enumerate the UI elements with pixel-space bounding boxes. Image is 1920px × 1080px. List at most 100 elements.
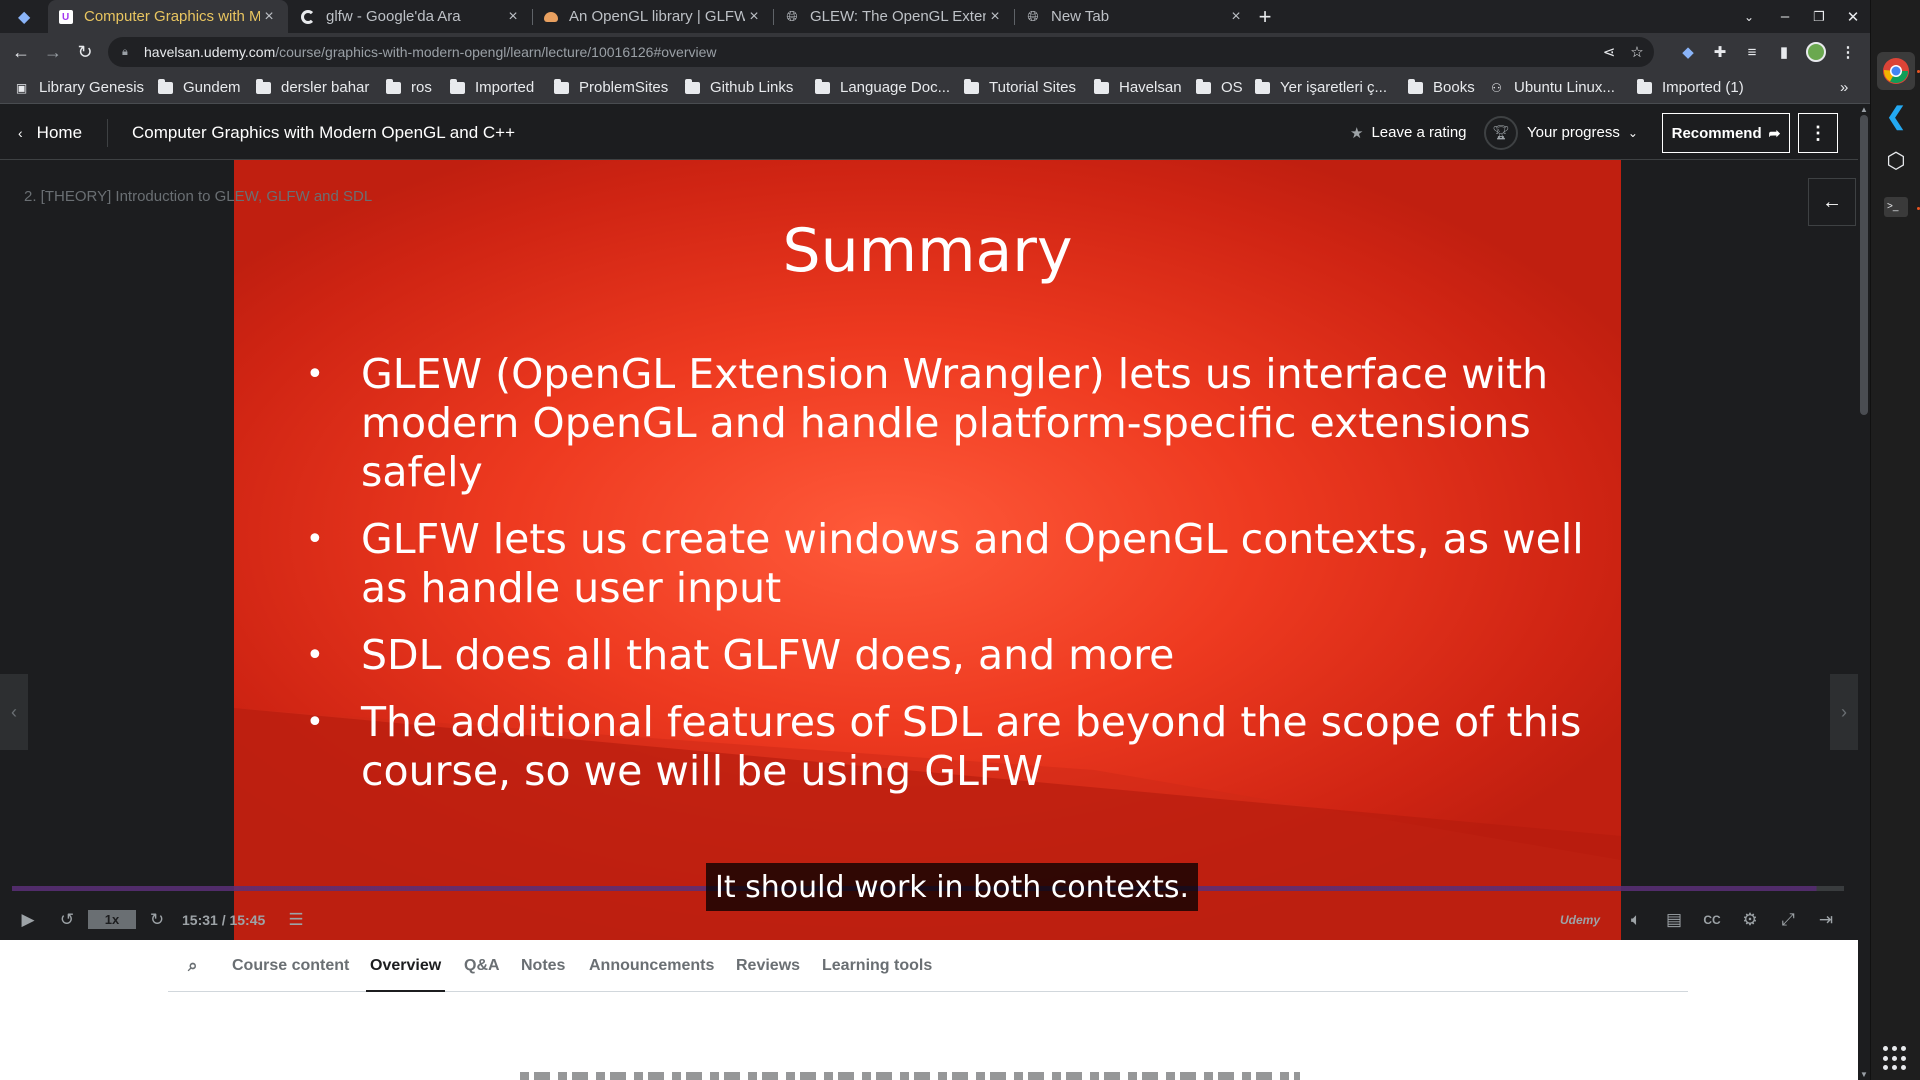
previous-lecture-button[interactable]: ‹ [0, 674, 28, 750]
tab-reviews[interactable]: Reviews [736, 940, 800, 992]
bookmark-label: Library Genesis [39, 79, 145, 96]
address-bar[interactable]: 🔒︎ havelsan.udemy.com/course/graphics-wi… [108, 37, 1654, 67]
close-icon[interactable]: × [504, 8, 522, 26]
scroll-up-icon[interactable]: ▲ [1858, 105, 1870, 115]
course-header: ‹ Home Computer Graphics with Modern Ope… [0, 105, 1858, 160]
bookmark-item[interactable]: ⚇ Ubuntu Linux... [1489, 71, 1615, 104]
show-applications-icon[interactable] [1883, 1046, 1909, 1072]
bookmark-star-icon[interactable]: ☆ [1624, 37, 1650, 67]
search-icon[interactable]: ⌕ [188, 940, 198, 992]
expand-sidebar-button[interactable]: ← [1808, 178, 1856, 226]
terminal-app-icon[interactable]: >_ [1877, 188, 1915, 226]
screen: ◆ U Computer Graphics with M × glfw - Go… [0, 0, 1920, 1080]
add-note-icon[interactable]: ☰ [282, 902, 310, 938]
slide-bullet: • The additional features of SDL are beyo… [306, 698, 1586, 796]
tab-glew[interactable]: 🌐︎ GLEW: The OpenGL Extensi × [774, 0, 1014, 33]
tab-new-tab[interactable]: 🌐︎ New Tab × [1015, 0, 1255, 33]
video-player[interactable]: Summary • GLEW (OpenGL Extension Wrangler… [0, 160, 1858, 940]
unity-app-icon[interactable]: ⬡ [1877, 142, 1915, 180]
forward-icon[interactable]: ↻ [144, 902, 170, 938]
tab-glfw-library[interactable]: An OpenGL library | GLFW × [533, 0, 773, 33]
library-icon: ▣ [15, 80, 28, 95]
bullet-text: GLEW (OpenGL Extension Wrangler) lets us… [361, 350, 1549, 496]
close-icon[interactable]: × [1227, 8, 1245, 26]
tab-glfw-google[interactable]: glfw - Google'da Ara × [290, 0, 532, 33]
fullscreen-icon[interactable]: ⤢ [1774, 902, 1802, 938]
transcript-icon[interactable]: ▤ [1660, 902, 1688, 938]
bookmark-item[interactable]: ▣ Library Genesis [14, 71, 144, 104]
glfw-icon [543, 9, 559, 25]
bookmark-item[interactable]: Language Doc... [815, 71, 950, 104]
reload-icon[interactable]: ↻ [70, 37, 100, 67]
gem-icon: ◆ [18, 8, 31, 26]
gem-extension-icon[interactable]: ◆ [1674, 37, 1702, 67]
slide-bullet: • SDL does all that GLFW does, and more [306, 631, 1586, 680]
bookmark-item[interactable]: Books [1408, 71, 1475, 104]
scroll-thumb[interactable] [1860, 115, 1868, 415]
bookmark-item[interactable]: Imported [450, 71, 534, 104]
tab-course-content[interactable]: Course content [232, 940, 349, 992]
scroll-down-icon[interactable]: ▼ [1858, 1070, 1870, 1080]
share-icon[interactable]: ⋖ [1596, 37, 1622, 67]
new-tab-button[interactable]: + [1248, 0, 1282, 33]
bookmark-label: Books [1433, 79, 1475, 96]
captions-icon[interactable]: CC [1698, 902, 1726, 938]
vscode-app-icon[interactable]: ❮ [1877, 97, 1915, 135]
bookmarks-bar: ▣ Library Genesis Gundem dersler bahar ros Im… [0, 71, 1870, 104]
play-icon[interactable]: ▶ [16, 902, 40, 938]
home-link[interactable]: ‹ Home [18, 105, 82, 160]
bookmark-item[interactable]: ros [386, 71, 432, 104]
bookmark-item[interactable]: Yer işaretleri ç... [1255, 71, 1387, 104]
playback-speed-button[interactable]: 1x [88, 910, 136, 929]
tab-learning-tools[interactable]: Learning tools [822, 940, 932, 992]
close-icon[interactable]: × [986, 8, 1004, 26]
bookmark-item[interactable]: Havelsan [1094, 71, 1182, 104]
volume-icon[interactable]: 🔈︎ [1622, 902, 1650, 938]
recommend-button[interactable]: Recommend ➦ [1662, 113, 1790, 153]
bookmark-item[interactable]: Github Links [685, 71, 793, 104]
bookmark-label: OS [1221, 79, 1243, 96]
next-lecture-button[interactable]: › [1830, 674, 1858, 750]
extensions-icon[interactable]: ✚ [1706, 37, 1734, 67]
bookmark-label: Havelsan [1119, 79, 1182, 96]
tab-overview[interactable]: Overview [365, 940, 446, 992]
back-icon[interactable]: ← [6, 37, 36, 67]
home-label: Home [36, 122, 83, 142]
profile-avatar[interactable] [1802, 37, 1830, 67]
media-control-icon[interactable]: ≡ [1738, 37, 1766, 67]
bookmark-item[interactable]: Imported (1) [1637, 71, 1744, 104]
tab-search-dropdown-icon[interactable]: ⌄ [1732, 0, 1766, 33]
bookmark-item[interactable]: dersler bahar [256, 71, 369, 104]
bookmark-item[interactable]: Gundem [158, 71, 241, 104]
tab-notes[interactable]: Notes [521, 940, 565, 992]
leave-rating-button[interactable]: ★ Leave a rating [1350, 105, 1467, 160]
restore-icon[interactable]: ❐ [1802, 0, 1836, 33]
bookmark-item[interactable]: OS [1196, 71, 1243, 104]
tab-announcements[interactable]: Announcements [589, 940, 714, 992]
minimize-icon[interactable]: – [1768, 0, 1802, 33]
chrome-app-icon[interactable] [1877, 52, 1915, 90]
side-panel-icon[interactable]: ▮ [1770, 37, 1798, 67]
more-options-button[interactable]: ⋮ [1798, 113, 1838, 153]
bookmark-item[interactable]: Tutorial Sites [964, 71, 1076, 104]
course-title[interactable]: Computer Graphics with Modern OpenGL and… [132, 105, 515, 160]
chrome-menu-icon[interactable]: ⋮ [1834, 37, 1862, 67]
folder-icon [1255, 78, 1270, 94]
close-icon[interactable]: × [260, 8, 278, 26]
page-scrollbar[interactable]: ▲ ▼ [1858, 105, 1870, 1080]
url-host: havelsan.udemy.com [144, 44, 276, 60]
bookmarks-overflow-icon[interactable]: » [1840, 71, 1848, 104]
forward-icon[interactable]: → [38, 37, 68, 67]
tab-computer-graphics[interactable]: U Computer Graphics with M × [48, 0, 288, 33]
browser-window: ◆ U Computer Graphics with M × glfw - Go… [0, 0, 1870, 1080]
close-window-icon[interactable]: ✕ [1836, 0, 1870, 33]
tab-search-button[interactable]: ◆ [8, 0, 48, 33]
exit-theater-icon[interactable]: ⇥ [1812, 902, 1840, 938]
settings-gear-icon[interactable]: ⚙ [1736, 902, 1764, 938]
rewind-icon[interactable]: ↺ [54, 902, 80, 938]
close-icon[interactable]: × [745, 8, 763, 26]
bookmark-item[interactable]: ProblemSites [554, 71, 668, 104]
tab-qa[interactable]: Q&A [464, 940, 500, 992]
progress-dropdown[interactable]: 🏆︎ Your progress ⌄ [1484, 105, 1638, 160]
google-icon [300, 9, 316, 25]
